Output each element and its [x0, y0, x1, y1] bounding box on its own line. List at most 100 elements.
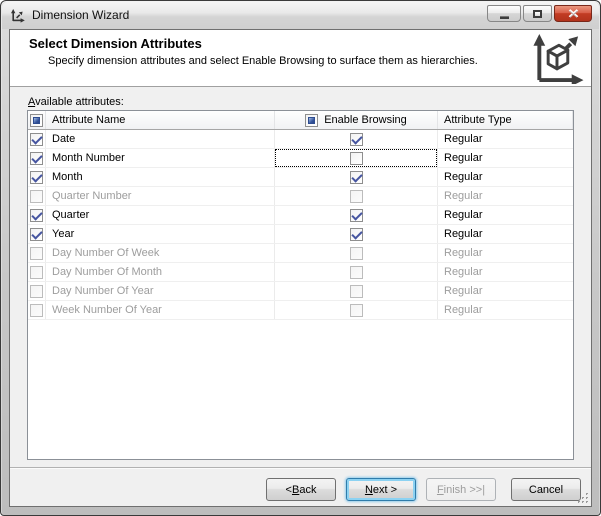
enable-browsing-all-checkbox[interactable] — [305, 114, 318, 127]
attribute-select-checkbox[interactable] — [30, 152, 43, 165]
enable-browsing-checkbox[interactable] — [350, 209, 363, 222]
attribute-select-checkbox[interactable] — [30, 285, 43, 298]
finish-button[interactable]: Finish >>| — [426, 478, 496, 501]
page-content: Available attributes: Attribute Name Ena… — [10, 88, 591, 506]
attribute-name-cell[interactable]: Month — [46, 168, 275, 186]
enable-browsing-checkbox[interactable] — [350, 228, 363, 241]
column-header-attribute-type[interactable]: Attribute Type — [438, 111, 573, 129]
row-select-cell — [28, 263, 46, 281]
attribute-name: Date — [52, 133, 75, 145]
resize-grip[interactable] — [577, 492, 589, 504]
page-subtitle: Specify dimension attributes and select … — [48, 55, 478, 67]
column-header-enable-browsing[interactable]: Enable Browsing — [275, 111, 438, 129]
window-title: Dimension Wizard — [32, 8, 129, 23]
attribute-type: Regular — [444, 266, 483, 278]
grid-rows: Date Regular Month Number Regular Month Regul… — [28, 130, 573, 320]
enable-browsing-cell[interactable] — [275, 187, 438, 205]
attribute-name-cell[interactable]: Quarter Number — [46, 187, 275, 205]
caption-buttons — [487, 5, 592, 22]
available-attributes-label: Available attributes: — [28, 96, 124, 108]
table-row: Month Regular — [28, 168, 573, 187]
table-row: Day Number Of Week Regular — [28, 244, 573, 263]
attribute-name-cell[interactable]: Day Number Of Year — [46, 282, 275, 300]
titlebar[interactable]: Dimension Wizard — [2, 2, 599, 29]
attribute-select-checkbox[interactable] — [30, 133, 43, 146]
row-select-cell — [28, 149, 46, 167]
attribute-type: Regular — [444, 152, 483, 164]
attribute-type: Regular — [444, 133, 483, 145]
attribute-select-checkbox[interactable] — [30, 304, 43, 317]
attribute-type: Regular — [444, 190, 483, 202]
enable-browsing-cell[interactable] — [275, 263, 438, 281]
attribute-type-cell: Regular — [438, 187, 573, 205]
attribute-name-cell[interactable]: Year — [46, 225, 275, 243]
enable-browsing-cell[interactable] — [275, 206, 438, 224]
close-button[interactable] — [554, 5, 592, 22]
attribute-type-cell: Regular — [438, 168, 573, 186]
attribute-name: Quarter — [52, 209, 89, 221]
row-select-cell — [28, 225, 46, 243]
maximize-icon — [533, 10, 542, 18]
attributes-grid: Attribute Name Enable Browsing Attribute… — [27, 110, 574, 460]
row-select-cell — [28, 244, 46, 262]
attribute-select-checkbox[interactable] — [30, 247, 43, 260]
enable-browsing-cell[interactable] — [275, 244, 438, 262]
attribute-type-cell: Regular — [438, 225, 573, 243]
enable-browsing-cell[interactable] — [275, 225, 438, 243]
attribute-type: Regular — [444, 247, 483, 259]
attribute-name-cell[interactable]: Month Number — [46, 149, 275, 167]
attribute-name: Week Number Of Year — [52, 304, 162, 316]
attribute-name-cell[interactable]: Day Number Of Week — [46, 244, 275, 262]
table-row: Week Number Of YearRegular — [28, 301, 573, 320]
row-select-cell — [28, 301, 46, 319]
column-header-attribute-name[interactable]: Attribute Name — [46, 111, 275, 129]
attribute-name: Day Number Of Year — [52, 285, 154, 297]
maximize-button[interactable] — [523, 5, 552, 22]
page-title: Select Dimension Attributes — [29, 36, 202, 51]
attribute-select-checkbox[interactable] — [30, 171, 43, 184]
row-select-cell — [28, 130, 46, 148]
attribute-type: Regular — [444, 209, 483, 221]
attribute-type-cell: Regular — [438, 130, 573, 148]
dimension-axes-icon — [10, 8, 26, 24]
attribute-type-cell: Regular — [438, 206, 573, 224]
attribute-type: Regular — [444, 171, 483, 183]
enable-browsing-cell[interactable] — [275, 149, 438, 167]
attribute-select-checkbox[interactable] — [30, 266, 43, 279]
enable-browsing-cell[interactable] — [275, 282, 438, 300]
attribute-name-cell[interactable]: Day Number Of Month — [46, 263, 275, 281]
next-button[interactable]: Next > — [346, 478, 416, 501]
select-all-checkbox[interactable] — [30, 114, 43, 127]
enable-browsing-checkbox — [350, 285, 363, 298]
attribute-select-checkbox[interactable] — [30, 228, 43, 241]
row-select-cell — [28, 168, 46, 186]
enable-browsing-cell[interactable] — [275, 301, 438, 319]
attribute-type-cell: Regular — [438, 149, 573, 167]
back-button[interactable]: < Back — [266, 478, 336, 501]
row-select-cell — [28, 206, 46, 224]
attribute-select-checkbox[interactable] — [30, 209, 43, 222]
dimension-wizard-window: Dimension Wizard Select Dimension Attrib… — [0, 0, 601, 516]
enable-browsing-cell[interactable] — [275, 168, 438, 186]
attribute-name: Quarter Number — [52, 190, 131, 202]
attribute-name: Year — [52, 228, 74, 240]
attribute-name-cell[interactable]: Date — [46, 130, 275, 148]
enable-browsing-checkbox[interactable] — [350, 133, 363, 146]
enable-browsing-checkbox[interactable] — [350, 171, 363, 184]
grid-header: Attribute Name Enable Browsing Attribute… — [28, 111, 573, 130]
dimension-cube-axes-icon — [528, 32, 585, 84]
attribute-select-checkbox[interactable] — [30, 190, 43, 203]
enable-browsing-checkbox[interactable] — [350, 152, 363, 165]
attribute-type: Regular — [444, 285, 483, 297]
cancel-button[interactable]: Cancel — [511, 478, 581, 501]
minimize-button[interactable] — [487, 5, 521, 22]
attribute-type-cell: Regular — [438, 282, 573, 300]
row-select-cell — [28, 282, 46, 300]
table-row: Month Number Regular — [28, 149, 573, 168]
select-all-cell — [28, 111, 46, 129]
enable-browsing-cell[interactable] — [275, 130, 438, 148]
attribute-name-cell[interactable]: Week Number Of Year — [46, 301, 275, 319]
attribute-name-cell[interactable]: Quarter — [46, 206, 275, 224]
table-row: Day Number Of Month Regular — [28, 263, 573, 282]
client-area: Select Dimension Attributes Specify dime… — [9, 29, 592, 507]
